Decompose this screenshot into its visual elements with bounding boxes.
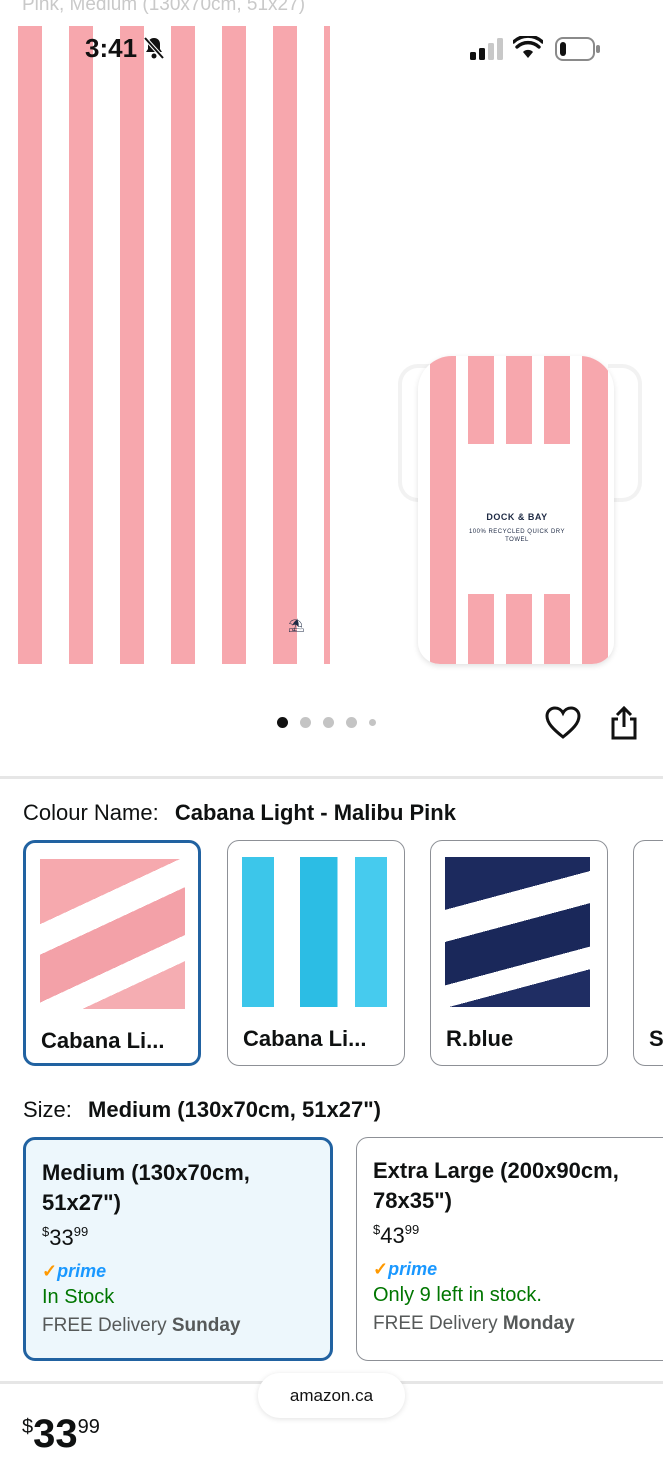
colour-name-row: Colour Name: Cabana Light - Malibu Pink — [23, 800, 456, 826]
size-option-price: $4399 — [373, 1222, 659, 1249]
colour-label: Colour Name: — [23, 800, 159, 825]
swatch-image — [40, 859, 185, 1009]
delivery-day: Monday — [502, 1313, 575, 1334]
battery-icon — [555, 37, 600, 61]
size-option-name: Medium (130x70cm, 51x27") — [42, 1158, 314, 1218]
price-whole: 43 — [380, 1223, 405, 1248]
pagination-dot[interactable] — [346, 717, 357, 728]
size-row: Size: Medium (130x70cm, 51x27") — [23, 1097, 381, 1123]
main-price-whole: 33 — [33, 1412, 78, 1456]
bag-image: DOCK & BAY 100% RECYCLED QUICK DRY TOWEL — [390, 344, 646, 669]
colour-swatch-cabana-light-pink[interactable]: Cabana Li... — [23, 840, 201, 1066]
size-name-line1: Medium (130x70cm, — [42, 1160, 250, 1185]
prime-check-icon: ✓ — [42, 1261, 58, 1281]
main-price-currency: $ — [22, 1416, 34, 1438]
prime-check-icon: ✓ — [373, 1259, 389, 1279]
size-name-line2: 51x27") — [42, 1190, 121, 1215]
prime-badge: ✓prime — [373, 1259, 659, 1280]
colour-swatch-partial[interactable]: S — [633, 840, 663, 1066]
colour-value: Cabana Light - Malibu Pink — [174, 800, 456, 825]
stock-status: Only 9 left in stock. — [373, 1284, 542, 1306]
prime-text: prime — [57, 1261, 107, 1281]
pagination-dot[interactable] — [277, 717, 288, 728]
cellular-signal-icon — [470, 38, 503, 60]
heart-icon[interactable] — [545, 706, 581, 740]
swatch-name: R.blue — [446, 1026, 514, 1051]
swatch-name: S — [649, 1026, 663, 1051]
delivery-prefix: FREE Delivery — [42, 1315, 167, 1336]
swatch-image — [445, 857, 590, 1007]
swatch-name: Cabana Li... — [41, 1028, 165, 1053]
section-divider — [0, 776, 663, 779]
colour-swatch-r-blue[interactable]: R.blue — [430, 840, 608, 1066]
product-image-gallery[interactable]: ⛱ DOCK & BAY 100% RECYCLED QUICK DRY TOW… — [0, 0, 663, 760]
swatch-name: Cabana Li... — [243, 1026, 367, 1051]
price-cents: 99 — [73, 1224, 89, 1239]
bag-brand-text: DOCK & BAY — [486, 512, 548, 522]
share-icon[interactable] — [607, 705, 641, 741]
towel-image — [18, 26, 330, 664]
size-name-line1: Extra Large (200x90cm, — [373, 1158, 619, 1183]
bag-label: DOCK & BAY 100% RECYCLED QUICK DRY TOWEL — [462, 444, 572, 594]
prime-badge: ✓prime — [42, 1261, 314, 1282]
bell-muted-icon — [143, 36, 165, 60]
size-value: Medium (130x70cm, 51x27") — [88, 1097, 381, 1122]
main-price-cents: 99 — [77, 1416, 100, 1438]
colour-swatch-cabana-light-blue[interactable]: Cabana Li... — [227, 840, 405, 1066]
size-option-price: $3399 — [42, 1224, 314, 1251]
size-option-medium[interactable]: Medium (130x70cm, 51x27") $3399 ✓prime I… — [23, 1137, 333, 1361]
delivery-info: FREE Delivery Monday — [373, 1313, 659, 1335]
price-whole: 33 — [49, 1225, 74, 1250]
gallery-pagination[interactable] — [277, 717, 376, 728]
size-option-name: Extra Large (200x90cm, 78x35") — [373, 1156, 659, 1216]
swatch-image — [242, 857, 387, 1007]
delivery-info: FREE Delivery Sunday — [42, 1315, 314, 1337]
pagination-dot[interactable] — [369, 719, 376, 726]
size-option-extra-large[interactable]: Extra Large (200x90cm, 78x35") $4399 ✓pr… — [356, 1137, 663, 1361]
delivery-day: Sunday — [171, 1315, 241, 1336]
towel-logo-icon: ⛱ — [288, 618, 305, 633]
main-price: $3399 — [22, 1412, 100, 1457]
delivery-prefix: FREE Delivery — [373, 1313, 498, 1334]
status-time: 3:41 — [85, 33, 138, 63]
browser-url-pill[interactable]: amazon.ca — [258, 1373, 405, 1418]
wifi-icon — [513, 36, 543, 58]
stock-status: In Stock — [42, 1286, 115, 1308]
status-bar: 3:41 — [0, 0, 663, 100]
size-name-line2: 78x35") — [373, 1188, 452, 1213]
bag-subtitle-text: 100% RECYCLED QUICK DRY TOWEL — [468, 529, 566, 543]
pagination-dot[interactable] — [300, 717, 311, 728]
pagination-dot[interactable] — [323, 717, 334, 728]
price-cents: 99 — [404, 1222, 420, 1237]
prime-text: prime — [388, 1259, 438, 1279]
size-label: Size: — [23, 1097, 72, 1122]
